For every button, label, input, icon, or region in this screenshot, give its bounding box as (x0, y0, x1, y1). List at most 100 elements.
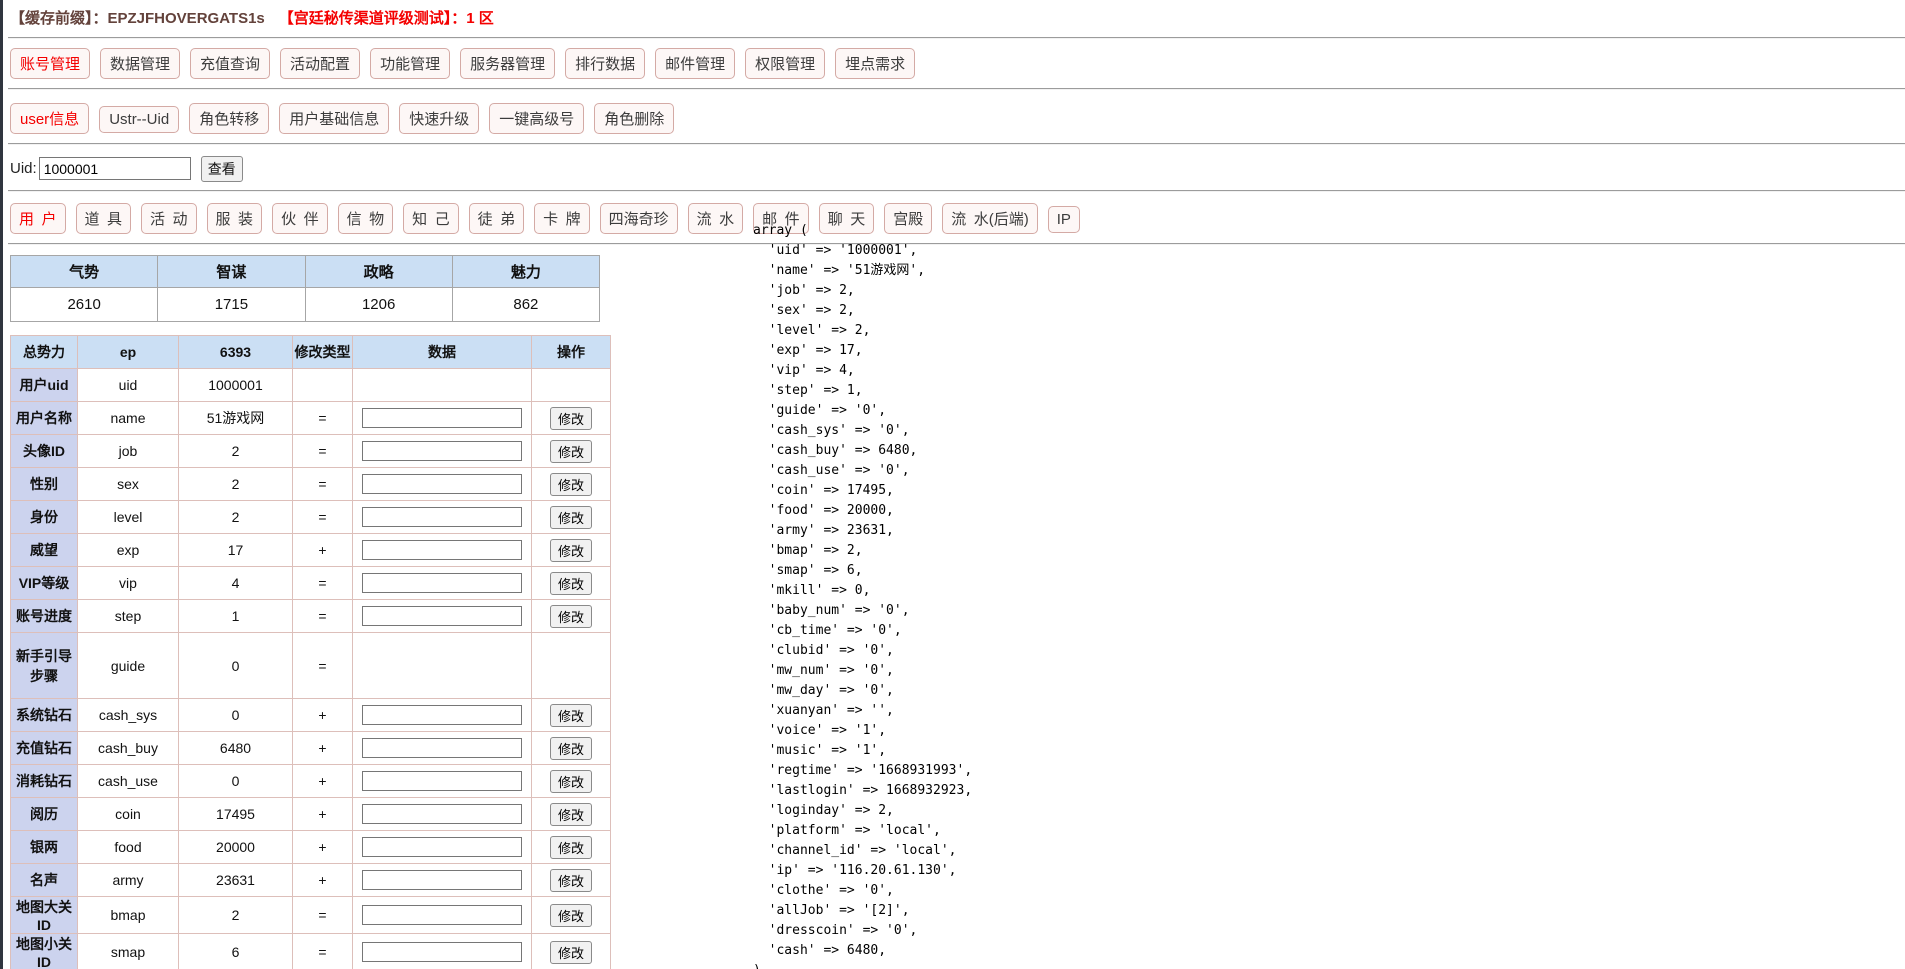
nav-primary-item-8[interactable]: 权限管理 (745, 48, 825, 79)
attr-action-cell-step: 修改 (532, 600, 611, 633)
nav-secondary-item-5[interactable]: 一键高级号 (489, 103, 584, 134)
attr-row-vip: VIP等级vip4=修改 (11, 567, 611, 600)
attr-action-cell-cash_buy: 修改 (532, 732, 611, 765)
attr-input-smap[interactable] (362, 942, 522, 962)
attr-label-guide: 新手引导步骤 (11, 633, 78, 699)
view-button[interactable]: 查看 (201, 156, 243, 182)
admin-page: 【缓存前缀】：EPZJFHOVERGATS1s【宫廷秘传渠道评级测试】：1 区 … (0, 0, 1905, 969)
nav-primary-item-0[interactable]: 账号管理 (10, 48, 90, 79)
modify-button-smap[interactable]: 修改 (550, 941, 592, 964)
attr-input-step[interactable] (362, 606, 522, 626)
modify-button-job[interactable]: 修改 (550, 440, 592, 463)
nav-secondary-item-4[interactable]: 快速升级 (399, 103, 479, 134)
nav-secondary-item-3[interactable]: 用户基础信息 (279, 103, 389, 134)
attr-field-job: job (78, 435, 179, 468)
modify-button-cash_buy[interactable]: 修改 (550, 737, 592, 760)
attr-field-exp: exp (78, 534, 179, 567)
attr-input-bmap[interactable] (362, 905, 522, 925)
attr-field-name: name (78, 402, 179, 435)
tab-item-7[interactable]: 徒 弟 (469, 203, 525, 234)
attr-action-cell-cash_use: 修改 (532, 765, 611, 798)
attr-field-step: step (78, 600, 179, 633)
attr-input-exp[interactable] (362, 540, 522, 560)
modify-button-cash_sys[interactable]: 修改 (550, 704, 592, 727)
attr-data-cell-food (353, 831, 532, 864)
nav-primary-item-4[interactable]: 功能管理 (370, 48, 450, 79)
attr-label-name: 用户名称 (11, 402, 78, 435)
attr-header-3: 修改类型 (293, 336, 353, 369)
attr-data-cell-name (353, 402, 532, 435)
uid-input[interactable] (39, 157, 191, 180)
attr-input-cash_sys[interactable] (362, 705, 522, 725)
modify-button-exp[interactable]: 修改 (550, 539, 592, 562)
attr-input-name[interactable] (362, 408, 522, 428)
attr-input-cash_buy[interactable] (362, 738, 522, 758)
attr-input-army[interactable] (362, 870, 522, 890)
attr-row-smap: 地图小关IDsmap6=修改 (11, 934, 611, 969)
tab-item-8[interactable]: 卡 牌 (534, 203, 590, 234)
nav-primary-item-2[interactable]: 充值查询 (190, 48, 270, 79)
modify-button-coin[interactable]: 修改 (550, 803, 592, 826)
nav-primary-item-9[interactable]: 埋点需求 (835, 48, 915, 79)
attr-field-vip: vip (78, 567, 179, 600)
modify-button-step[interactable]: 修改 (550, 605, 592, 628)
stat-value-2: 1206 (305, 288, 452, 322)
nav-secondary-item-1[interactable]: Ustr--Uid (99, 106, 179, 133)
modify-button-bmap[interactable]: 修改 (550, 904, 592, 927)
modify-button-army[interactable]: 修改 (550, 869, 592, 892)
attr-op-army: + (293, 864, 353, 897)
attr-row-cash_sys: 系统钻石cash_sys0+修改 (11, 699, 611, 732)
tab-item-2[interactable]: 活 动 (141, 203, 197, 234)
nav-primary-item-7[interactable]: 邮件管理 (655, 48, 735, 79)
attr-input-job[interactable] (362, 441, 522, 461)
attr-input-level[interactable] (362, 507, 522, 527)
nav-primary-item-3[interactable]: 活动配置 (280, 48, 360, 79)
attr-value-exp: 17 (179, 534, 293, 567)
tab-item-1[interactable]: 道 具 (76, 203, 132, 234)
tab-item-10[interactable]: 流 水 (688, 203, 744, 234)
nav-secondary-item-2[interactable]: 角色转移 (189, 103, 269, 134)
stat-value-1: 1715 (158, 288, 305, 322)
tab-item-9[interactable]: 四海奇珍 (600, 203, 678, 234)
attr-data-cell-cash_sys (353, 699, 532, 732)
tab-item-0[interactable]: 用 户 (10, 203, 66, 234)
attr-field-cash_sys: cash_sys (78, 699, 179, 732)
modify-button-vip[interactable]: 修改 (550, 572, 592, 595)
attr-row-food: 银两food20000+修改 (11, 831, 611, 864)
tab-item-4[interactable]: 伙 伴 (272, 203, 328, 234)
attr-data-cell-vip (353, 567, 532, 600)
stat-header-3: 魅力 (452, 256, 599, 288)
attr-header-2: 6393 (179, 336, 293, 369)
nav-secondary-item-6[interactable]: 角色删除 (594, 103, 674, 134)
attr-input-coin[interactable] (362, 804, 522, 824)
tab-item-6[interactable]: 知 己 (403, 203, 459, 234)
nav-primary-item-1[interactable]: 数据管理 (100, 48, 180, 79)
attr-value-army: 23631 (179, 864, 293, 897)
modify-button-name[interactable]: 修改 (550, 407, 592, 430)
tab-item-5[interactable]: 信 物 (338, 203, 394, 234)
modify-button-level[interactable]: 修改 (550, 506, 592, 529)
attr-op-bmap: = (293, 897, 353, 934)
attr-op-level: = (293, 501, 353, 534)
attr-row-coin: 阅历coin17495+修改 (11, 798, 611, 831)
attr-action-cell-bmap: 修改 (532, 897, 611, 934)
attr-input-sex[interactable] (362, 474, 522, 494)
tab-item-3[interactable]: 服 装 (207, 203, 263, 234)
attr-label-cash_use: 消耗钻石 (11, 765, 78, 798)
attr-label-vip: VIP等级 (11, 567, 78, 600)
attr-value-food: 20000 (179, 831, 293, 864)
nav-primary-item-5[interactable]: 服务器管理 (460, 48, 555, 79)
attr-input-vip[interactable] (362, 573, 522, 593)
tab-item-15[interactable]: IP (1048, 206, 1080, 233)
attr-input-cash_use[interactable] (362, 771, 522, 791)
modify-button-cash_use[interactable]: 修改 (550, 770, 592, 793)
modify-button-sex[interactable]: 修改 (550, 473, 592, 496)
attr-input-food[interactable] (362, 837, 522, 857)
nav-primary-item-6[interactable]: 排行数据 (565, 48, 645, 79)
attr-action-cell-job: 修改 (532, 435, 611, 468)
attr-row-cash_use: 消耗钻石cash_use0+修改 (11, 765, 611, 798)
modify-button-food[interactable]: 修改 (550, 836, 592, 859)
attr-label-cash_buy: 充值钻石 (11, 732, 78, 765)
nav-secondary-item-0[interactable]: user信息 (10, 103, 89, 134)
attr-label-level: 身份 (11, 501, 78, 534)
